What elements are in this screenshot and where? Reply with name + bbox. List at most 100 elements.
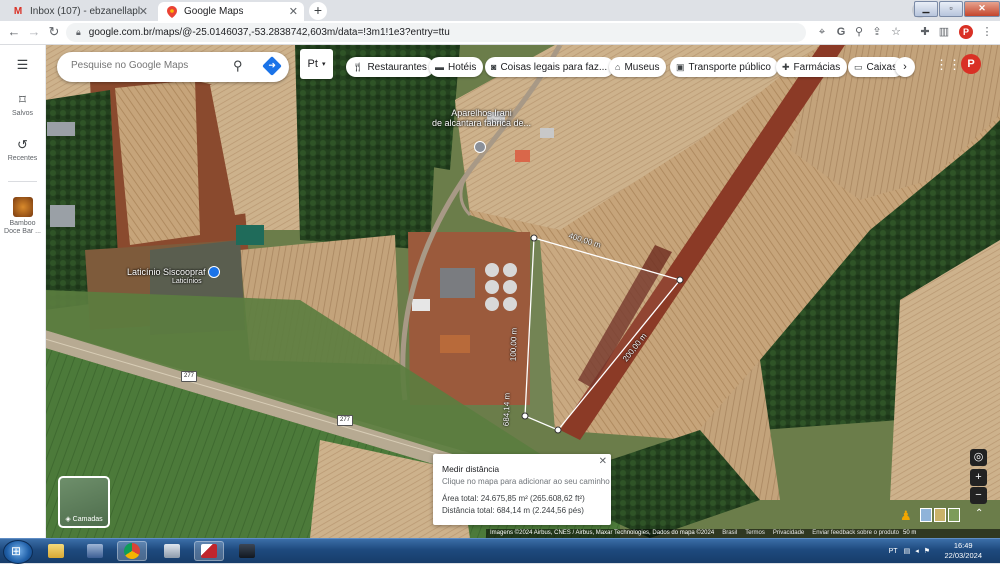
- maps-profile-avatar[interactable]: P: [961, 54, 981, 74]
- language-button[interactable]: Pt ▾: [300, 49, 333, 79]
- place-pin-icon[interactable]: [474, 141, 486, 153]
- museum-icon: ⌂: [615, 62, 621, 72]
- zoom-out-button[interactable]: −: [970, 487, 987, 504]
- zoom-icon[interactable]: ⚲: [852, 25, 866, 39]
- location-icon[interactable]: ⌖: [815, 25, 829, 39]
- terms-link[interactable]: Termos: [745, 529, 765, 538]
- my-location-button[interactable]: ◎: [970, 449, 987, 466]
- close-window-button[interactable]: ✕: [964, 1, 1000, 17]
- imagery-thumb[interactable]: [920, 508, 932, 522]
- volume-icon[interactable]: ◂: [915, 547, 919, 555]
- new-tab-button[interactable]: +: [309, 2, 327, 20]
- taskbar-clock[interactable]: 16:49 22/03/2024: [944, 541, 982, 561]
- hamburger-icon: ☰: [16, 57, 29, 72]
- measure-vertex[interactable]: [530, 234, 538, 242]
- taskbar-explorer[interactable]: [41, 541, 71, 561]
- expand-icon[interactable]: ⌃: [975, 508, 983, 519]
- place-label-aparelhos-irani[interactable]: Aparelhos Irani de alcantara fabrica de.…: [432, 108, 531, 128]
- close-icon[interactable]: ✕: [289, 5, 298, 18]
- flag-icon[interactable]: ⚑: [924, 547, 930, 555]
- chip-hoteis[interactable]: ▬ Hotéis: [429, 57, 484, 77]
- network-icon[interactable]: ▤: [904, 547, 911, 555]
- maps-pin-icon: [166, 5, 178, 18]
- forward-arrow-icon[interactable]: →: [26, 24, 42, 40]
- close-icon[interactable]: ✕: [139, 5, 148, 18]
- taskbar-app-red[interactable]: [194, 541, 224, 561]
- atm-icon: ▭: [854, 61, 863, 72]
- address-bar[interactable]: 🔒︎ google.com.br/maps/@-25.0146037,-53.2…: [66, 23, 806, 42]
- recent-place-bamboo[interactable]: Bamboo Doce Bar ...: [0, 197, 45, 236]
- share-icon[interactable]: ⇪: [870, 25, 884, 39]
- taskbar-chrome[interactable]: [117, 541, 147, 561]
- side-panel-icon[interactable]: ▥: [937, 25, 951, 39]
- imagery-credit: Imagens ©2024 Airbus, CNES / Airbus, Max…: [490, 530, 715, 536]
- privacy-link[interactable]: Privacidade: [773, 529, 804, 538]
- tab-title: Google Maps: [184, 6, 244, 17]
- directions-icon[interactable]: ➜: [262, 56, 282, 76]
- tab-google-maps[interactable]: Google Maps ✕: [158, 2, 304, 21]
- recent-label: Recentes: [7, 155, 38, 162]
- pegman-icon[interactable]: ♟: [900, 508, 912, 524]
- start-button[interactable]: ⊞: [3, 540, 33, 564]
- fork-knife-icon: 🍴︎: [352, 61, 364, 72]
- tab-gmail[interactable]: M Inbox (107) - ebzanellaplasticos@ ✕: [4, 2, 154, 21]
- chip-transporte-publico[interactable]: ▣ Transporte público: [670, 57, 778, 77]
- browser-profile-avatar[interactable]: P: [959, 25, 973, 39]
- taskbar-app-dark[interactable]: [232, 541, 262, 561]
- maximize-button[interactable]: ▫: [939, 1, 963, 17]
- app-icon: [239, 544, 255, 558]
- chip-restaurantes[interactable]: 🍴︎ Restaurantes: [346, 57, 434, 77]
- dairy-pin-icon[interactable]: [208, 266, 220, 278]
- windows-taskbar: ⊞ PT ▤ ◂ ⚑ 16:49 22/03/2024: [0, 538, 1000, 564]
- bookmark-icon: ⌑: [19, 92, 26, 107]
- map-attribution: Imagens ©2024 Airbus, CNES / Airbus, Max…: [486, 529, 1000, 538]
- google-lens-icon[interactable]: G: [834, 25, 848, 39]
- chip-label: Transporte público: [688, 61, 771, 73]
- imagery-thumb[interactable]: [934, 508, 946, 522]
- chips-next-button[interactable]: ›: [895, 57, 915, 77]
- menu-kebab-icon[interactable]: ⋮: [980, 25, 994, 39]
- layers-label: Camadas: [72, 516, 103, 523]
- chip-label: Coisas legais para faz...: [500, 61, 608, 73]
- back-arrow-icon[interactable]: ←: [6, 24, 22, 40]
- extensions-icon[interactable]: ✚: [918, 25, 932, 39]
- bookmark-star-icon[interactable]: ☆: [889, 25, 903, 39]
- reload-icon[interactable]: ↻: [46, 24, 62, 40]
- taskbar-app[interactable]: [80, 541, 110, 561]
- google-apps-icon[interactable]: ⋮⋮⋮: [935, 57, 974, 73]
- layers-button[interactable]: ◈ Camadas: [58, 476, 110, 528]
- minimize-button[interactable]: ▁: [914, 1, 938, 17]
- country-link[interactable]: Brasil: [722, 529, 737, 538]
- chip-coisas-legais[interactable]: ◙ Coisas legais para faz...: [485, 57, 615, 77]
- saved-button[interactable]: ⌑ Salvos: [0, 92, 45, 117]
- chip-farmacias[interactable]: ✚ Farmácias: [776, 57, 848, 77]
- feedback-link[interactable]: Enviar feedback sobre o produto: [812, 529, 899, 538]
- history-icon: ↺: [17, 137, 28, 152]
- app-icon: [201, 544, 217, 558]
- search-icon[interactable]: ⚲: [233, 58, 243, 74]
- close-icon[interactable]: ✕: [599, 456, 607, 467]
- taskbar-calculator[interactable]: [157, 541, 187, 561]
- maps-search-input[interactable]: [69, 59, 223, 72]
- recent-button[interactable]: ↺ Recentes: [0, 137, 45, 162]
- measure-vertex[interactable]: [554, 426, 562, 434]
- measure-vertex[interactable]: [676, 276, 684, 284]
- chip-museus[interactable]: ⌂ Museus: [609, 57, 667, 77]
- measure-total-distance: Distância total: 684,14 m (2.244,56 pés): [442, 506, 584, 515]
- imagery-thumbnails[interactable]: [920, 508, 960, 522]
- chip-label: Farmácias: [793, 61, 841, 73]
- language-indicator[interactable]: PT: [889, 548, 898, 555]
- google-maps-view: ☰ ⌑ Salvos ↺ Recentes Bamboo Doce Bar ..…: [0, 45, 1000, 538]
- measure-total-label: 684,14 m: [501, 392, 512, 427]
- imagery-thumb[interactable]: [948, 508, 960, 522]
- clock-date: 22/03/2024: [944, 551, 982, 560]
- chip-label: Caixas: [866, 61, 898, 73]
- measure-vertex[interactable]: [521, 412, 529, 420]
- place-label-laticinio[interactable]: Laticínio Siscoopraf: [127, 267, 206, 277]
- chrome-icon: [124, 543, 140, 559]
- scale-label[interactable]: 50 m: [903, 529, 916, 538]
- maps-menu-button[interactable]: ☰: [0, 57, 45, 75]
- windows-logo-icon: ⊞: [11, 544, 22, 558]
- zoom-in-button[interactable]: +: [970, 469, 987, 486]
- route-badge: 277: [181, 371, 197, 382]
